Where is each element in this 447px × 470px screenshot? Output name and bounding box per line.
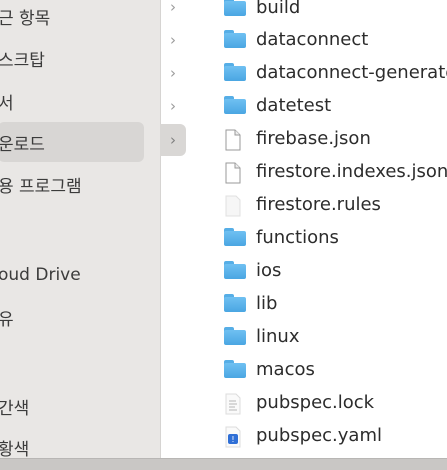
file-name: ios [256,260,282,281]
sidebar-item-recents[interactable]: 근 항목 [0,2,146,30]
file-name: pubspec.lock [256,392,375,413]
sidebar-item-label: 황색 [0,439,30,460]
file-name: lib [256,293,278,314]
list-item[interactable]: linux [186,323,447,351]
file-name: firestore.indexes.json [256,161,447,182]
svg-text:!: ! [231,435,234,444]
list-item[interactable]: macos [186,356,447,384]
chevron-right-icon[interactable]: › [160,91,186,121]
list-item[interactable]: firestore.rules [186,191,447,219]
document-icon [224,129,246,151]
chevron-right-icon[interactable]: › [160,25,186,55]
file-name: dataconnect-generated [256,62,447,83]
file-name: macos [256,359,315,380]
file-name: datetest [256,95,332,116]
file-name: build [256,0,301,18]
sidebar-item-label: 근 항목 [0,8,51,29]
sidebar-item-label: oud Drive [0,265,81,285]
sidebar-item-label: 서 [0,93,14,114]
sidebar-item-applications[interactable]: 용 프로그램 [0,170,146,198]
file-name: pubspec.yaml [256,425,382,446]
sidebar-item-label: 간색 [0,398,30,419]
yaml-document-icon: ! [224,426,246,448]
sidebar-item-shared[interactable]: 유 [0,303,146,331]
column-chevrons: › › › › › [160,0,186,460]
file-name: dataconnect [256,29,369,50]
list-item[interactable]: pubspec.lock [186,389,447,417]
folder-icon [224,96,246,116]
list-item[interactable]: datetest [186,92,447,120]
sidebar-item-documents[interactable]: 서 [0,87,146,115]
blank-document-icon [224,195,246,217]
list-item[interactable]: lib [186,290,447,318]
list-item[interactable]: ! pubspec.yaml [186,422,447,450]
sidebar-item-label: 유 [0,309,14,330]
chevron-right-icon[interactable]: › [160,0,186,22]
list-item[interactable]: dataconnect [186,26,447,54]
chevron-right-icon[interactable]: › [160,124,186,156]
sidebar-item-desktop[interactable]: 스크탑 [0,44,146,72]
list-item[interactable]: functions [186,224,447,252]
folder-icon [224,294,246,314]
sidebar-item-tag-red[interactable]: 간색 [0,392,146,420]
list-item[interactable]: firebase.json [186,125,447,153]
sidebar-item-icloud-drive[interactable]: oud Drive [0,261,146,289]
list-item[interactable]: dataconnect-generated [186,59,447,87]
file-name: firestore.rules [256,194,381,215]
chevron-right-icon[interactable]: › [160,58,186,88]
sidebar-item-label: 운로드 [0,134,45,155]
file-list: build dataconnect dataconnect-generated … [186,0,447,460]
sidebar-item-tag-yellow[interactable]: 황색 [0,433,146,461]
text-document-icon [224,393,246,415]
document-icon [224,162,246,184]
file-name: firebase.json [256,128,371,149]
folder-icon [224,228,246,248]
window-bottom-edge [0,458,447,470]
folder-icon [224,327,246,347]
folder-icon [224,63,246,83]
file-name: functions [256,227,339,248]
sidebar-item-label: 스크탑 [0,50,45,71]
folder-icon [224,261,246,281]
folder-icon [224,360,246,380]
sidebar-item-label: 용 프로그램 [0,176,82,197]
folder-icon [224,0,246,18]
sidebar-item-downloads[interactable]: 운로드 [0,122,144,162]
list-item[interactable]: build [186,0,447,22]
file-name: linux [256,326,300,347]
sidebar: 근 항목 스크탑 서 운로드 용 프로그램 oud Drive 유 간색 황색 [0,0,161,460]
list-item[interactable]: firestore.indexes.json [186,158,447,186]
list-item[interactable]: ios [186,257,447,285]
folder-icon [224,30,246,50]
